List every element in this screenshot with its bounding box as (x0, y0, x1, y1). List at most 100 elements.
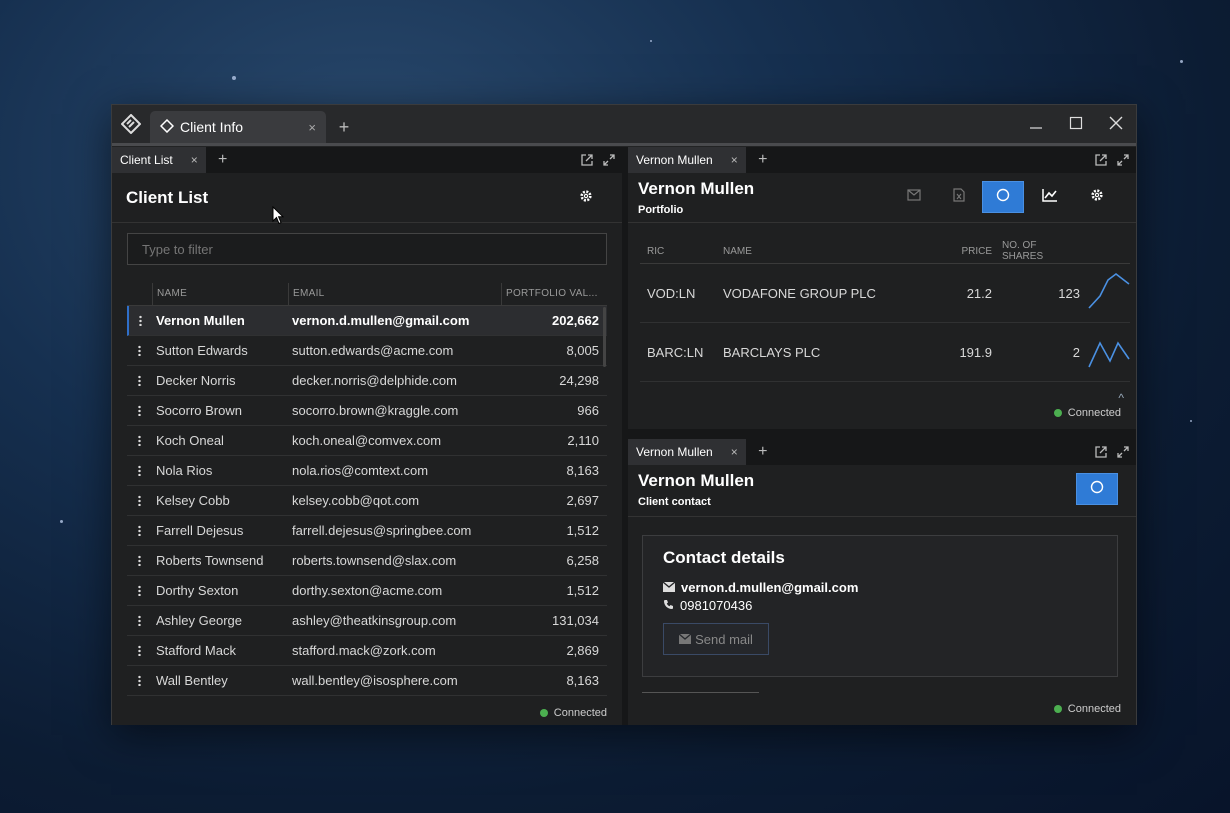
add-tab-button[interactable]: + (746, 151, 780, 169)
sync-button[interactable] (1076, 473, 1118, 505)
send-mail-button[interactable]: Send mail (663, 623, 769, 655)
filter-input[interactable] (127, 233, 607, 265)
table-row[interactable]: Farrell Dejesus farrell.dejesus@springbee… (127, 516, 607, 546)
email-cell: roberts.townsend@slax.com (292, 553, 457, 568)
email-cell: sutton.edwards@acme.com (292, 343, 454, 358)
popout-icon[interactable] (1094, 445, 1108, 459)
drag-handle-icon[interactable] (127, 585, 152, 596)
table-row[interactable]: Vernon Mullen vernon.d.mullen@gmail.com 20… (127, 306, 607, 336)
export-button[interactable] (938, 181, 980, 213)
column-header-shares[interactable]: NO. OF SHARES (992, 240, 1080, 262)
table-row[interactable]: Koch Oneal koch.oneal@comvex.com 2,110 (127, 426, 607, 456)
shares-cell: 2 (1072, 344, 1080, 360)
expand-icon[interactable] (602, 153, 616, 167)
name-cell: Ashley George (156, 613, 242, 628)
email-button[interactable] (893, 181, 935, 213)
drag-handle-icon[interactable] (127, 345, 152, 356)
drag-handle-icon[interactable] (127, 645, 152, 656)
name-cell: Wall Bentley (156, 673, 228, 688)
close-window-button[interactable] (1096, 105, 1136, 141)
card-title: Contact details (663, 548, 785, 567)
portfolio-value-cell: 2,869 (566, 643, 599, 658)
column-header-price[interactable]: PRICE (945, 246, 992, 257)
pane-tab-strip: Client List × + (112, 147, 622, 173)
ric-cell: VOD:LN (647, 285, 696, 301)
portfolio-value-cell: 8,163 (566, 673, 599, 688)
name-cell: Decker Norris (156, 373, 236, 388)
table-row[interactable]: Decker Norris decker.norris@delphide.com 2… (127, 366, 607, 396)
drag-handle-icon[interactable] (127, 525, 152, 536)
divider (642, 692, 759, 693)
portfolio-value-cell: 8,163 (566, 463, 599, 478)
table-row[interactable]: Socorro Brown socorro.brown@kraggle.com 96… (127, 396, 607, 426)
table-row[interactable]: Kelsey Cobb kelsey.cobb@qot.com 2,697 (127, 486, 607, 516)
app-logo-icon (112, 105, 150, 143)
table-row[interactable]: Wall Bentley wall.bentley@isosphere.com 8,… (127, 666, 607, 696)
diamond-icon (159, 118, 175, 136)
portfolio-value-cell: 2,697 (566, 493, 599, 508)
table-row[interactable]: Roberts Townsend roberts.townsend@slax.co… (127, 546, 607, 576)
minimize-button[interactable] (1016, 105, 1056, 141)
settings-button[interactable] (571, 183, 601, 213)
tab-client-info[interactable]: Client Info × (150, 111, 326, 143)
background-star (60, 520, 63, 523)
close-icon[interactable]: × (731, 153, 738, 167)
drag-handle-icon[interactable] (127, 465, 152, 476)
drag-handle-icon[interactable] (127, 375, 152, 386)
table-row[interactable]: BARC:LN BARCLAYS PLC 191.9 2 (640, 323, 1130, 382)
email-cell: farrell.dejesus@springbee.com (292, 523, 472, 538)
settings-button[interactable] (1076, 181, 1118, 213)
portfolio-value-cell: 6,258 (566, 553, 599, 568)
drag-handle-icon[interactable] (127, 435, 152, 446)
drag-handle-icon[interactable] (129, 315, 152, 326)
tab-client-list[interactable]: Client List × (112, 147, 206, 173)
tab-vernon-mullen-contact[interactable]: Vernon Mullen × (628, 439, 746, 465)
sync-button[interactable] (982, 181, 1024, 213)
expand-icon[interactable] (1116, 445, 1130, 459)
column-header-name[interactable]: NAME (152, 283, 288, 305)
email-value[interactable]: vernon.d.mullen@gmail.com (681, 580, 858, 595)
close-icon[interactable]: × (308, 120, 316, 135)
table-row[interactable]: Ashley George ashley@theatkinsgroup.com 13… (127, 606, 607, 636)
ric-cell: BARC:LN (647, 344, 704, 360)
close-icon[interactable]: × (191, 153, 198, 167)
status-dot-icon (539, 709, 548, 717)
drag-handle-icon[interactable] (127, 555, 152, 566)
column-header-ric[interactable]: RIC (640, 246, 717, 257)
portfolio-value-cell: 131,034 (552, 613, 599, 628)
chart-button[interactable] (1029, 181, 1071, 213)
close-icon[interactable]: × (731, 445, 738, 459)
status-text: Connected (553, 707, 607, 719)
drag-handle-icon[interactable] (127, 495, 152, 506)
column-header-email[interactable]: EMAIL (288, 283, 501, 305)
gear-icon (579, 189, 593, 208)
popout-icon[interactable] (1094, 153, 1108, 167)
drag-handle-icon[interactable] (127, 405, 152, 416)
drag-handle-icon[interactable] (127, 615, 152, 626)
table-row[interactable]: Stafford Mack stafford.mack@zork.com 2,869 (127, 636, 607, 666)
expand-icon[interactable] (1116, 153, 1130, 167)
column-header-portfolio-value[interactable]: PORTFOLIO VAL... (501, 283, 607, 305)
add-tab-button[interactable]: + (206, 151, 240, 169)
connection-status: Connected (1053, 407, 1121, 419)
column-header-name[interactable]: NAME (717, 246, 945, 257)
portfolio-pane: Vernon Mullen × + Vernon Mullen Portfoli… (628, 147, 1136, 429)
email-cell: kelsey.cobb@qot.com (292, 493, 420, 508)
add-tab-button[interactable]: + (746, 443, 780, 461)
popout-icon[interactable] (580, 153, 594, 167)
maximize-button[interactable] (1056, 105, 1096, 141)
horizontal-splitter[interactable] (628, 429, 1136, 439)
pane-tools (580, 147, 616, 173)
table-row[interactable]: Nola Rios nola.rios@comtext.com 8,163 (127, 456, 607, 486)
name-cell: Sutton Edwards (156, 343, 248, 358)
table-row[interactable]: VOD:LN VODAFONE GROUP PLC 21.2 123 (640, 264, 1130, 323)
table-row[interactable]: Dorthy Sexton dorthy.sexton@acme.com 1,512 (127, 576, 607, 606)
collapse-toggle[interactable]: ^ (1118, 391, 1124, 405)
email-cell: wall.bentley@isosphere.com (292, 673, 458, 688)
add-tab-button[interactable]: + (326, 111, 362, 143)
table-row[interactable]: Sutton Edwards sutton.edwards@acme.com 8,0… (127, 336, 607, 366)
tab-vernon-mullen-portfolio[interactable]: Vernon Mullen × (628, 147, 746, 173)
scrollbar[interactable] (603, 307, 606, 367)
drag-handle-icon[interactable] (127, 675, 152, 686)
name-cell: Stafford Mack (156, 643, 236, 658)
